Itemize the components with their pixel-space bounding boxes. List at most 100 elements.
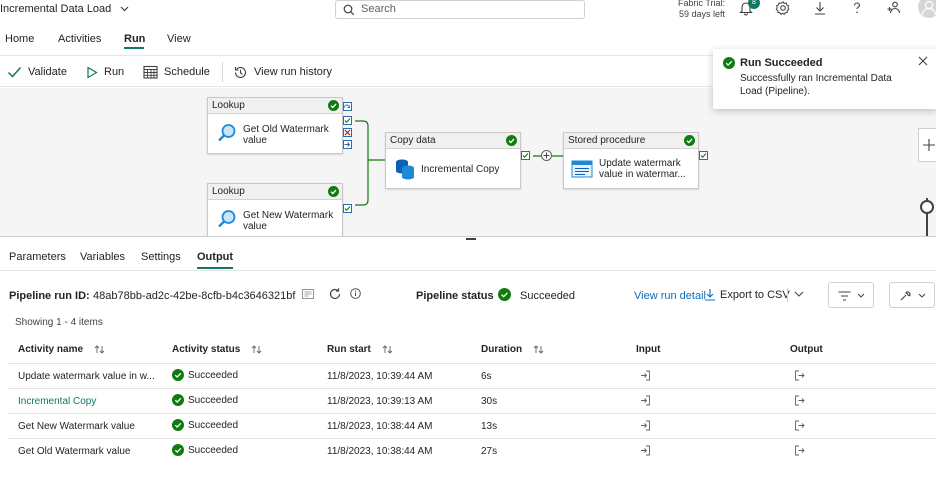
- share-button[interactable]: [886, 0, 904, 18]
- run-button[interactable]: Run: [86, 63, 124, 81]
- node-activity-name: Incremental Copy: [421, 164, 500, 175]
- column-header-activity-name[interactable]: Activity name: [18, 344, 105, 355]
- sort-arrows-icon: [533, 345, 544, 354]
- chevron-down-icon: [120, 6, 129, 12]
- activity-name-cell[interactable]: Incremental Copy: [18, 396, 96, 407]
- duration-cell: 13s: [481, 421, 498, 432]
- input-icon[interactable]: [640, 370, 651, 381]
- pipeline-title: Incremental Data Load: [0, 3, 112, 15]
- search-box[interactable]: Search: [335, 0, 585, 19]
- validate-button[interactable]: Validate: [7, 63, 67, 81]
- pipeline-status-value: Succeeded: [520, 290, 576, 302]
- input-icon[interactable]: [640, 395, 651, 406]
- success-check-icon: [172, 444, 184, 456]
- failure-port[interactable]: [343, 128, 352, 137]
- success-check-icon: [684, 135, 695, 146]
- lookup-node-new-watermark[interactable]: Lookup Get New Watermark value: [207, 183, 343, 236]
- activity-name-cell[interactable]: Update watermark value in w...: [18, 371, 155, 382]
- share-people-icon: [887, 1, 901, 14]
- schedule-button[interactable]: Schedule: [143, 63, 210, 81]
- skip-port[interactable]: [343, 102, 352, 111]
- activity-name-cell[interactable]: Get New Watermark value: [18, 421, 135, 432]
- calendar-icon: [143, 65, 158, 79]
- close-icon[interactable]: [918, 56, 928, 66]
- status-text: Succeeded: [188, 369, 239, 381]
- run-start-cell: 11/8/2023, 10:38:44 AM: [327, 421, 433, 432]
- success-check-icon: [506, 135, 517, 146]
- stored-procedure-node[interactable]: Stored procedure Update watermark value …: [563, 132, 699, 189]
- export-to-csv-button[interactable]: Export to CSV: [720, 289, 790, 301]
- add-activity-button[interactable]: [541, 150, 552, 161]
- column-header-label: Run start: [327, 344, 371, 355]
- zoom-in-button[interactable]: [918, 128, 936, 162]
- column-header-duration[interactable]: Duration: [481, 344, 544, 355]
- splitter-grip-icon[interactable]: [466, 238, 476, 240]
- success-port[interactable]: [521, 151, 530, 160]
- tab-variables[interactable]: Variables: [80, 251, 125, 263]
- tab-activities[interactable]: Activities: [58, 33, 101, 45]
- success-check-icon: [723, 57, 735, 69]
- table-row[interactable]: Incremental Copy Succeeded 11/8/2023, 10…: [8, 388, 936, 413]
- node-header: Copy data: [386, 133, 520, 149]
- help-button[interactable]: [849, 0, 867, 18]
- tab-view[interactable]: View: [167, 33, 191, 45]
- pipeline-title-dropdown[interactable]: Incremental Data Load: [0, 3, 129, 15]
- stored-procedure-icon: [571, 160, 593, 178]
- help-icon: [853, 2, 861, 14]
- output-icon[interactable]: [794, 445, 805, 456]
- table-row[interactable]: Get New Watermark value Succeeded 11/8/2…: [8, 413, 936, 438]
- lookup-node-old-watermark[interactable]: Lookup Get Old Watermark value: [207, 97, 343, 154]
- tab-settings[interactable]: Settings: [141, 251, 181, 263]
- input-icon[interactable]: [640, 420, 651, 431]
- tab-parameters[interactable]: Parameters: [9, 251, 66, 263]
- chevron-down-icon: [918, 293, 926, 298]
- table-row[interactable]: Get Old Watermark value Succeeded 11/8/2…: [8, 438, 936, 463]
- user-avatar[interactable]: [918, 0, 936, 18]
- completion-port[interactable]: [343, 140, 352, 149]
- activity-name-cell[interactable]: Get Old Watermark value: [18, 446, 130, 457]
- filter-button[interactable]: [828, 282, 874, 308]
- copy-icon[interactable]: [302, 289, 314, 299]
- node-activity-name: Update watermark value in watermar...: [599, 158, 686, 180]
- node-type-label: Stored procedure: [568, 135, 646, 146]
- info-icon[interactable]: [350, 288, 361, 299]
- output-icon[interactable]: [794, 370, 805, 381]
- download-button[interactable]: [812, 0, 830, 18]
- output-icon[interactable]: [794, 420, 805, 431]
- sort-arrows-icon: [251, 345, 262, 354]
- duration-cell: 6s: [481, 371, 492, 382]
- node-header: Lookup: [208, 184, 342, 200]
- view-run-history-button[interactable]: View run history: [233, 63, 332, 81]
- play-icon: [87, 65, 98, 79]
- toolbar-divider: [222, 62, 223, 82]
- success-check-icon: [172, 394, 184, 406]
- success-port[interactable]: [343, 204, 352, 213]
- tab-output[interactable]: Output: [197, 251, 233, 263]
- filter-lines-icon: [838, 291, 851, 301]
- node-type-label: Lookup: [212, 186, 245, 197]
- database-copy-icon: [395, 158, 415, 180]
- view-run-detail-link[interactable]: View run detail: [634, 290, 706, 302]
- settings-button[interactable]: [775, 0, 793, 18]
- sort-arrows-icon: [94, 345, 105, 354]
- status-text: Succeeded: [188, 444, 239, 456]
- output-icon[interactable]: [794, 395, 805, 406]
- activity-status-cell: Succeeded: [172, 419, 238, 431]
- zoom-slider-thumb[interactable]: [920, 200, 934, 214]
- refresh-icon[interactable]: [328, 287, 342, 301]
- tab-run[interactable]: Run: [124, 33, 145, 45]
- table-row[interactable]: Update watermark value in w... Succeeded…: [8, 363, 936, 388]
- title-bar: Incremental Data Load Search Fabric Tria…: [0, 0, 936, 28]
- pipeline-canvas[interactable]: Lookup Get Old Watermark value Lookup Ge…: [0, 88, 936, 236]
- person-icon: [921, 0, 936, 16]
- copy-data-node[interactable]: Copy data Incremental Copy: [385, 132, 521, 189]
- chevron-down-icon[interactable]: [794, 291, 804, 297]
- success-port[interactable]: [699, 151, 708, 160]
- input-icon[interactable]: [640, 445, 651, 456]
- column-header-run-start[interactable]: Run start: [327, 344, 393, 355]
- column-header-activity-status[interactable]: Activity status: [172, 344, 262, 355]
- tab-home[interactable]: Home: [5, 33, 34, 45]
- schedule-label: Schedule: [164, 66, 210, 78]
- success-port[interactable]: [343, 116, 352, 125]
- column-options-button[interactable]: [889, 282, 935, 308]
